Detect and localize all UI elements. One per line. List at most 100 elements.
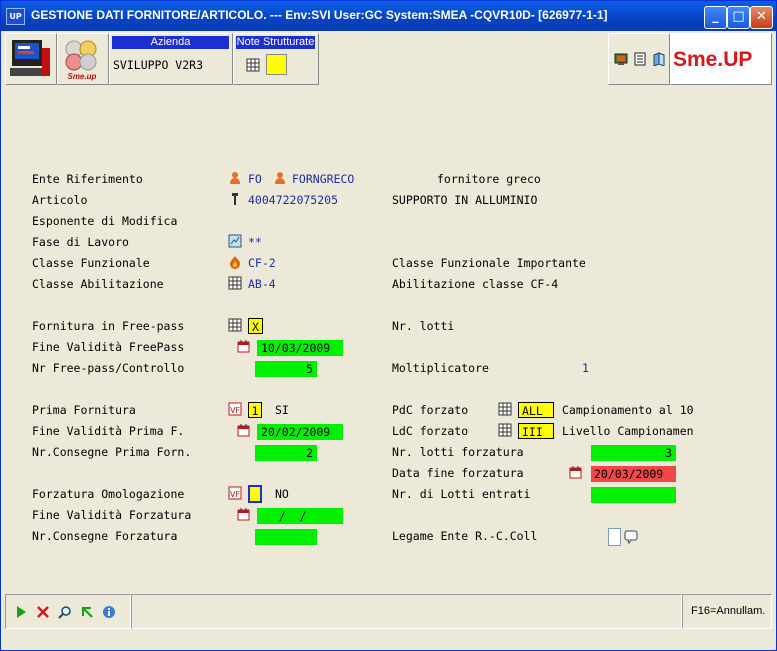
pdc-desc: Campionamento al 10 bbox=[562, 403, 694, 417]
classe-abil-value[interactable]: AB-4 bbox=[248, 277, 276, 291]
maximize-button[interactable]: □ bbox=[727, 6, 750, 29]
toolbar: Sme.up Azienda SVILUPPO V2R3 Note Strutt… bbox=[5, 33, 772, 85]
ldc-field[interactable]: III bbox=[518, 423, 554, 439]
action-buttons bbox=[5, 594, 131, 629]
fine-prima-field[interactable]: 20/02/2009 bbox=[257, 424, 343, 440]
smeup-logo-icon: Sme.up bbox=[65, 40, 97, 81]
nr-cons-prima-label: Nr.Consegne Prima Forn. bbox=[32, 445, 192, 459]
grid-icon[interactable] bbox=[228, 318, 242, 332]
status-message bbox=[131, 594, 682, 629]
legame-field[interactable] bbox=[608, 528, 621, 546]
nr-cons-forz-label: Nr.Consegne Forzatura bbox=[32, 529, 178, 543]
screw-icon bbox=[232, 193, 238, 205]
title-bar[interactable]: UP GESTIONE DATI FORNITORE/ARTICOLO. ---… bbox=[1, 1, 776, 31]
grid-icon[interactable] bbox=[498, 423, 512, 437]
refresh-icon[interactable] bbox=[80, 605, 94, 619]
note-color-button[interactable] bbox=[266, 54, 287, 75]
vf-icon[interactable]: VF bbox=[228, 402, 242, 416]
prima-forn-desc: SI bbox=[275, 403, 289, 417]
nr-lotti-forz-field[interactable]: 3 bbox=[591, 445, 676, 461]
phase-icon bbox=[228, 234, 242, 248]
data-fine-forz-field[interactable]: 20/03/2009 bbox=[591, 466, 676, 482]
ente-label: Ente Riferimento bbox=[32, 172, 143, 186]
nr-lotti-label: Nr. lotti bbox=[392, 319, 455, 333]
ente-type[interactable]: FO bbox=[248, 172, 262, 186]
svg-text:VF: VF bbox=[230, 490, 240, 499]
fine-free-field[interactable]: 10/03/2009 bbox=[257, 340, 343, 356]
tools-panel bbox=[608, 33, 670, 85]
close-button[interactable]: ✕ bbox=[750, 6, 773, 29]
nr-free-field[interactable]: 5 bbox=[255, 361, 317, 377]
data-fine-forz-label: Data fine forzatura bbox=[392, 466, 524, 480]
classe-funz-desc: Classe Funzionale Importante bbox=[392, 256, 586, 270]
svg-text:VF: VF bbox=[230, 406, 240, 415]
free-pass-field[interactable]: X bbox=[248, 318, 263, 334]
grid-icon bbox=[228, 276, 242, 290]
legame-label: Legame Ente R.-C.Coll bbox=[392, 529, 538, 543]
nr-lotti-entr-field[interactable] bbox=[591, 487, 676, 503]
classe-funz-label: Classe Funzionale bbox=[32, 256, 150, 270]
fase-label: Fase di Lavoro bbox=[32, 235, 129, 249]
fase-value[interactable]: ** bbox=[248, 235, 262, 249]
application-window: UP GESTIONE DATI FORNITORE/ARTICOLO. ---… bbox=[0, 0, 777, 651]
classe-abil-desc: Abilitazione classe CF-4 bbox=[392, 277, 559, 291]
esponente-label: Esponente di Modifica bbox=[32, 214, 178, 228]
book-icon[interactable] bbox=[652, 52, 666, 66]
smeup-logo-button[interactable]: Sme.up bbox=[57, 33, 109, 85]
f16-label[interactable]: F16=Annullam. bbox=[691, 605, 765, 617]
play-icon[interactable] bbox=[14, 605, 28, 619]
grid-icon[interactable] bbox=[246, 58, 260, 72]
grid-icon[interactable] bbox=[498, 402, 512, 416]
brand-logo-text: Sme.UP bbox=[673, 48, 753, 71]
forz-omol-label: Forzatura Omologazione bbox=[32, 487, 185, 501]
terminal-button[interactable] bbox=[5, 33, 57, 85]
calendar-icon[interactable] bbox=[237, 423, 251, 437]
classe-funz-value[interactable]: CF-2 bbox=[248, 256, 276, 270]
prima-forn-field[interactable]: 1 bbox=[248, 402, 262, 418]
document-icon[interactable] bbox=[633, 52, 647, 66]
status-bar: F16=Annullam. bbox=[5, 594, 772, 630]
note-header: Note Strutturate bbox=[236, 36, 315, 49]
close-icon[interactable] bbox=[36, 605, 50, 619]
form-panel: Ente Riferimento FO FORNGRECO fornitore … bbox=[5, 87, 772, 589]
comment-icon[interactable] bbox=[624, 530, 638, 544]
window-title: GESTIONE DATI FORNITORE/ARTICOLO. --- En… bbox=[31, 8, 608, 22]
ente-code[interactable]: FORNGRECO bbox=[292, 172, 354, 186]
calendar-icon[interactable] bbox=[569, 465, 583, 479]
brand-logo: Sme.UP bbox=[670, 33, 772, 85]
azienda-value: SVILUPPO V2R3 bbox=[113, 58, 204, 72]
articolo-desc: SUPPORTO IN ALLUMINIO bbox=[392, 193, 538, 207]
nr-free-label: Nr Free-pass/Controllo bbox=[32, 361, 185, 375]
person-icon bbox=[275, 172, 285, 184]
fine-free-label: Fine Validità FreePass bbox=[32, 340, 185, 354]
app-icon: UP bbox=[6, 8, 25, 25]
moltiplicatore-label: Moltiplicatore bbox=[392, 361, 489, 375]
flame-icon bbox=[230, 256, 240, 269]
nr-cons-forz-field[interactable] bbox=[255, 529, 317, 545]
monitor-icon[interactable] bbox=[614, 52, 628, 66]
nr-cons-prima-field[interactable]: 2 bbox=[255, 445, 317, 461]
person-icon bbox=[230, 172, 240, 184]
ldc-desc: Livello Campionamen bbox=[562, 424, 694, 438]
minimize-button[interactable]: _ bbox=[704, 6, 727, 29]
vf-icon[interactable]: VF bbox=[228, 486, 242, 500]
forz-omol-field[interactable] bbox=[248, 485, 262, 503]
pdc-label: PdC forzato bbox=[392, 403, 469, 417]
calendar-icon[interactable] bbox=[237, 507, 251, 521]
function-key-panel: F16=Annullam. bbox=[682, 594, 772, 629]
search-icon[interactable] bbox=[58, 605, 72, 619]
azienda-header: Azienda bbox=[112, 36, 229, 49]
classe-abil-label: Classe Abilitazione bbox=[32, 277, 164, 291]
azienda-panel: Azienda SVILUPPO V2R3 bbox=[109, 33, 233, 85]
ente-desc: fornitore greco bbox=[437, 172, 541, 186]
pdc-field[interactable]: ALL bbox=[518, 402, 554, 418]
articolo-label: Articolo bbox=[32, 193, 88, 207]
info-icon[interactable] bbox=[102, 605, 116, 619]
fine-forz-field[interactable]: / / bbox=[257, 508, 343, 524]
ldc-label: LdC forzato bbox=[392, 424, 469, 438]
nr-lotti-forz-label: Nr. lotti forzatura bbox=[392, 445, 524, 459]
smeup-logo-text: Sme.up bbox=[68, 72, 97, 81]
articolo-code[interactable]: 4004722075205 bbox=[248, 193, 338, 207]
fine-forz-label: Fine Validità Forzatura bbox=[32, 508, 192, 522]
calendar-icon[interactable] bbox=[237, 339, 251, 353]
